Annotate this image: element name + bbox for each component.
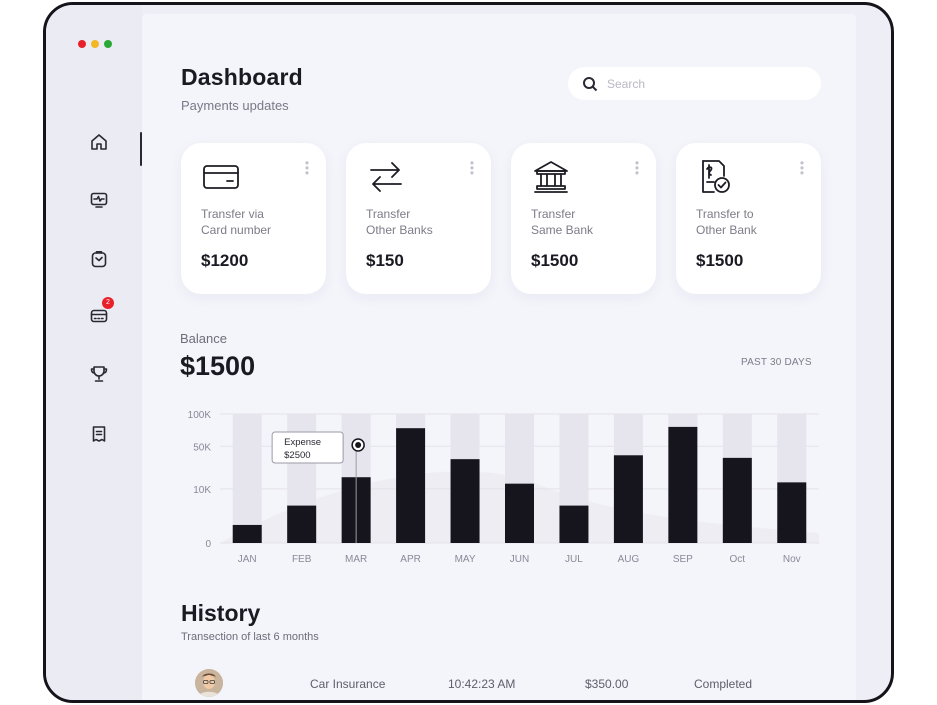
page-title: Dashboard	[181, 64, 303, 90]
history-title: History	[181, 600, 261, 626]
card-amount: $150	[366, 251, 404, 270]
bar	[722, 457, 752, 543]
period-filter[interactable]: PAST 30 DAYS	[741, 357, 812, 368]
window-controls	[78, 40, 112, 48]
card-label-line1: Transfer	[531, 207, 576, 221]
card-icon	[90, 309, 108, 323]
x-tick-label: JUL	[565, 554, 583, 565]
card-amount: $1500	[696, 251, 744, 270]
sidebar-item-receipt[interactable]	[84, 419, 114, 449]
notification-badge: 2	[102, 297, 114, 309]
balance-chart: 100K 50K 10K 0 JAN FEB MAR APR MAY JUN JUL AUG SEP Oc…	[175, 399, 825, 574]
transfer-card-other-banks[interactable]: • • • Transfer Other Banks $150	[346, 143, 491, 294]
tooltip-marker-dot	[355, 442, 362, 448]
monitor-icon	[90, 192, 108, 208]
x-tick-label: AUG	[618, 554, 640, 565]
balance-bar-chart: 100K 50K 10K 0 JAN FEB MAR APR MAY JUN JUL AUG SEP Oc…	[188, 410, 819, 565]
card-label: Transfer via Card number	[201, 206, 311, 238]
trophy-icon	[90, 366, 108, 382]
more-options-icon[interactable]: • • •	[634, 157, 640, 179]
transfer-card-other-bank[interactable]: • • • Transfer to Other Bank $1500	[676, 143, 821, 294]
more-options-icon[interactable]: • • •	[469, 157, 475, 179]
card-label-line2: Other Bank	[696, 223, 757, 237]
x-tick-label: JUN	[510, 554, 529, 565]
y-tick-label: 0	[205, 539, 211, 550]
search-icon	[583, 76, 598, 91]
bank-icon	[532, 159, 570, 195]
more-options-icon[interactable]: • • •	[799, 157, 805, 179]
receipt-icon	[92, 426, 106, 442]
history-row[interactable]: Car Insurance 10:42:23 AM $350.00 Comple…	[142, 665, 856, 699]
more-options-icon[interactable]: • • •	[304, 157, 310, 179]
transaction-time: 10:42:23 AM	[448, 677, 516, 691]
y-tick-label: 10K	[193, 485, 211, 496]
x-tick-label: MAY	[455, 554, 476, 565]
card-label-line2: Same Bank	[531, 223, 594, 237]
x-tick-label: JAN	[238, 554, 257, 565]
card-label-line2: Card number	[201, 223, 272, 237]
avatar	[195, 669, 223, 697]
x-tick-label: Oct	[730, 554, 746, 565]
sidebar-item-trophy[interactable]	[84, 359, 114, 389]
transfer-arrows-icon	[367, 159, 405, 195]
x-tick-label: MAR	[345, 554, 367, 565]
card-label: Transfer Same Bank	[531, 206, 641, 238]
transfer-card-card-number[interactable]: • • • Transfer via Card number $1200	[181, 143, 326, 294]
close-dot[interactable]	[78, 40, 86, 48]
tooltip-value: $2500	[284, 450, 310, 461]
home-icon	[91, 134, 107, 150]
sidebar-item-clipboard[interactable]	[84, 244, 114, 274]
bar	[559, 505, 589, 543]
balance-label: Balance	[180, 331, 227, 346]
clipboard-icon	[91, 251, 107, 268]
sidebar-item-monitor[interactable]	[84, 185, 114, 215]
bar	[505, 483, 534, 543]
transaction-name: Car Insurance	[310, 677, 386, 691]
main-panel: Dashboard Payments updates ••• Transfer …	[142, 14, 856, 700]
x-tick-label: FEB	[292, 554, 312, 565]
card-label-line1: Transfer to	[696, 207, 754, 221]
history-subtitle: Transection of last 6 months	[181, 631, 319, 643]
app-window: 2 Dashboard Payments updates ••• Transfe…	[43, 2, 894, 703]
page-subtitle: Payments updates	[181, 98, 289, 113]
bar-track	[232, 414, 262, 543]
balance-amount: $1500	[180, 351, 256, 381]
bar	[613, 455, 643, 543]
search-input[interactable]	[607, 76, 787, 91]
x-tick-label: APR	[400, 554, 421, 565]
sidebar-item-cards[interactable]: 2	[84, 297, 114, 331]
y-tick-label: 50K	[193, 442, 211, 453]
x-tick-label: Nov	[783, 554, 801, 565]
card-label-line2: Other Banks	[366, 223, 433, 237]
bar	[668, 426, 698, 543]
document-check-icon	[697, 159, 735, 195]
bar	[287, 505, 317, 543]
transfer-card-same-bank[interactable]: • • • Transfer Same Bank $1500	[511, 143, 656, 294]
transaction-amount: $350.00	[585, 677, 629, 691]
credit-card-icon	[202, 159, 240, 195]
y-tick-label: 100K	[188, 410, 212, 421]
card-amount: $1200	[201, 251, 249, 270]
sidebar-item-home[interactable]	[84, 127, 114, 157]
bar	[396, 428, 426, 543]
card-label: Transfer Other Banks	[366, 206, 476, 238]
bar	[232, 524, 262, 543]
sidebar: 2	[46, 5, 142, 700]
maximize-dot[interactable]	[104, 40, 112, 48]
minimize-dot[interactable]	[91, 40, 99, 48]
bar	[777, 482, 807, 543]
transaction-status: Completed	[694, 677, 753, 691]
card-label: Transfer to Other Bank	[696, 206, 806, 238]
card-amount: $1500	[531, 251, 579, 270]
card-label-line1: Transfer	[366, 207, 411, 221]
search-bar[interactable]	[568, 67, 821, 100]
tooltip-label: Expense	[284, 437, 321, 448]
bar	[450, 459, 480, 543]
card-label-line1: Transfer via	[201, 207, 264, 221]
x-tick-label: SEP	[673, 554, 693, 565]
